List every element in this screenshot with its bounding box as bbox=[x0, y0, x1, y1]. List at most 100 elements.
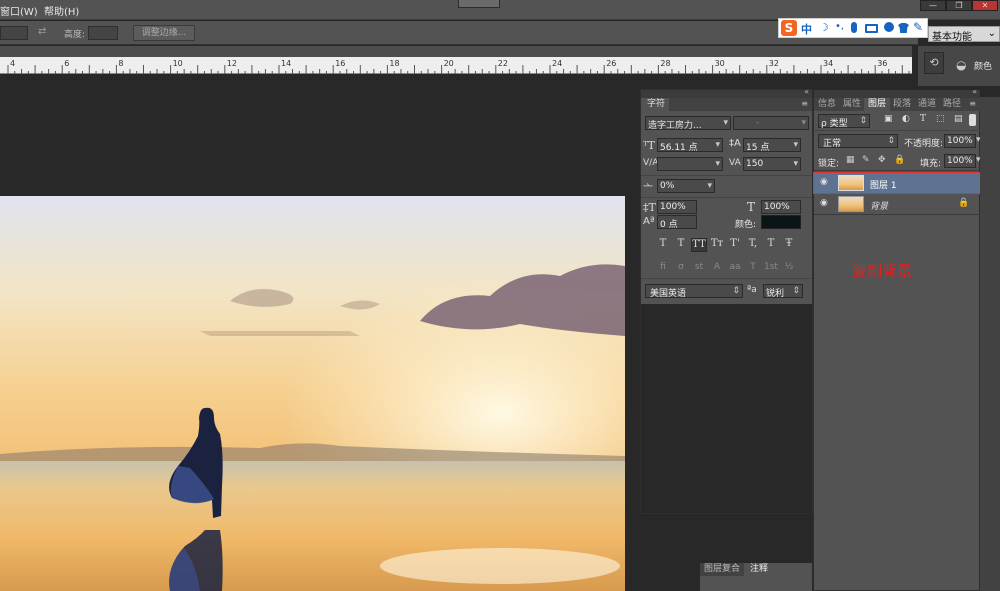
width-field[interactable] bbox=[0, 26, 28, 40]
ruler-label: 4 bbox=[10, 59, 16, 68]
tsume-icon: 亠 bbox=[643, 184, 653, 195]
faux-style-button[interactable]: TT bbox=[691, 238, 707, 252]
filter-toggle[interactable] bbox=[969, 114, 976, 126]
color-icon[interactable]: ◒ bbox=[956, 58, 966, 72]
history-icon[interactable]: ⟲ bbox=[924, 52, 944, 74]
layer-name[interactable]: 背景 bbox=[870, 199, 888, 212]
color-panel-label[interactable]: 颜色 bbox=[974, 59, 992, 72]
tab-channels[interactable]: 通道 bbox=[914, 98, 940, 111]
font-style-select[interactable]: - ▾ bbox=[733, 116, 809, 130]
tab-paragraph[interactable]: 段落 bbox=[889, 98, 915, 111]
opentype-button[interactable]: T bbox=[745, 262, 761, 276]
faux-style-button[interactable]: Tт bbox=[709, 238, 725, 252]
panel-header-bar[interactable]: « bbox=[641, 87, 812, 98]
language-select[interactable]: 美国英语 ⇕ bbox=[645, 284, 743, 299]
minimize-button[interactable]: — bbox=[920, 0, 946, 11]
panel-empty-area bbox=[641, 304, 812, 513]
faux-style-button[interactable]: T bbox=[673, 238, 689, 252]
chevron-down-icon: ▾ bbox=[715, 159, 720, 169]
layer-row-background[interactable]: ◉ 背景 🔒 bbox=[814, 194, 980, 214]
tsume-field[interactable]: 0% ▾ bbox=[657, 179, 715, 193]
opentype-button[interactable]: st bbox=[691, 262, 707, 276]
layer-row-layer1[interactable]: ◉ 图层 1 bbox=[813, 172, 981, 194]
refine-edge-button[interactable]: 调整边缘... bbox=[133, 25, 195, 41]
filter-adjustment-icon[interactable]: ◐ bbox=[902, 114, 910, 124]
tab-info[interactable]: 信息 bbox=[814, 98, 840, 111]
tab-character[interactable]: 字符 bbox=[643, 98, 670, 111]
updown-icon: ⇕ bbox=[887, 136, 895, 146]
antialias-select[interactable]: 锐利 ⇕ bbox=[763, 284, 803, 299]
filter-type-icon[interactable]: T bbox=[920, 114, 926, 124]
tab-paths[interactable]: 路径 bbox=[939, 98, 965, 111]
text-color-swatch[interactable] bbox=[761, 215, 801, 229]
close-button[interactable]: ✕ bbox=[972, 0, 998, 11]
opentype-button[interactable]: σ bbox=[673, 262, 689, 276]
leading-value: 15 点 bbox=[746, 143, 770, 153]
font-size-field[interactable]: 56.11 点 ▾ bbox=[657, 138, 723, 153]
tab-layer-comps[interactable]: 图层复合 bbox=[700, 563, 745, 576]
tab-notes[interactable]: 注释 bbox=[746, 563, 773, 576]
faux-style-button[interactable]: Ŧ bbox=[781, 238, 797, 252]
opentype-button[interactable]: ½ bbox=[781, 262, 797, 276]
user-icon[interactable] bbox=[884, 22, 894, 32]
sogou-logo-icon[interactable]: S bbox=[781, 20, 797, 36]
skin-icon[interactable] bbox=[898, 23, 909, 33]
panel-menu-icon[interactable]: ≡ bbox=[969, 99, 976, 108]
chinese-mode-icon[interactable]: 中 bbox=[801, 21, 812, 37]
panel-menu-icon[interactable]: ≡ bbox=[801, 99, 808, 108]
collapse-icon[interactable]: « bbox=[972, 87, 977, 96]
lock-position-icon[interactable]: ✥ bbox=[878, 155, 886, 165]
document-image[interactable] bbox=[0, 196, 625, 591]
menu-window[interactable]: 窗口(W) bbox=[0, 3, 38, 18]
font-family-select[interactable]: 造字工房力... ▾ bbox=[645, 116, 731, 131]
opentype-button[interactable]: 1st bbox=[763, 262, 779, 276]
opentype-button[interactable]: aa bbox=[727, 262, 743, 276]
layer-name[interactable]: 图层 1 bbox=[870, 178, 897, 191]
tracking-field[interactable]: 150 ▾ bbox=[743, 157, 801, 171]
ruler-label: 12 bbox=[226, 59, 237, 68]
chevron-down-icon: ▾ bbox=[793, 159, 798, 169]
faux-style-button[interactable]: T bbox=[763, 238, 779, 252]
leading-icon: ‡A bbox=[729, 138, 741, 149]
vertical-scale-field[interactable]: 100% bbox=[657, 200, 697, 214]
moon-icon[interactable]: ☽ bbox=[819, 21, 829, 34]
lock-image-icon[interactable]: ✎ bbox=[862, 155, 870, 165]
baseline-shift-value: 0 点 bbox=[660, 220, 678, 230]
layers-scroll-gutter[interactable] bbox=[980, 97, 1000, 591]
leading-field[interactable]: 15 点 ▾ bbox=[743, 138, 801, 153]
tools-icon[interactable]: ✎ bbox=[913, 20, 923, 34]
faux-style-button[interactable]: T' bbox=[727, 238, 743, 252]
microphone-icon[interactable] bbox=[851, 22, 857, 33]
opentype-button[interactable]: fi bbox=[655, 262, 671, 276]
lock-all-icon[interactable]: 🔒 bbox=[894, 155, 905, 165]
height-field[interactable] bbox=[88, 26, 118, 40]
faux-style-button[interactable]: T bbox=[655, 238, 671, 252]
swap-icon[interactable]: ⇄ bbox=[38, 26, 46, 37]
opacity-field[interactable]: 100% bbox=[944, 134, 976, 148]
kerning-field[interactable]: ▾ bbox=[657, 157, 723, 171]
lock-transparency-icon[interactable]: ▦ bbox=[846, 155, 855, 165]
arrange-documents-button[interactable] bbox=[458, 0, 500, 8]
panel-header-bar[interactable]: « bbox=[814, 87, 980, 98]
menu-help[interactable]: 帮助(H) bbox=[44, 3, 79, 18]
restore-button[interactable]: ❐ bbox=[946, 0, 972, 11]
tab-properties[interactable]: 属性 bbox=[839, 98, 865, 111]
visibility-eye-icon[interactable]: ◉ bbox=[820, 198, 828, 208]
filter-smart-icon[interactable]: ▤ bbox=[954, 114, 963, 124]
punctuation-icon[interactable]: •, bbox=[835, 21, 844, 32]
tab-layers[interactable]: 图层 bbox=[864, 98, 891, 111]
layer-filter-select[interactable]: ρ 类型 ⇕ bbox=[818, 114, 870, 129]
filter-shape-icon[interactable]: ⬚ bbox=[936, 114, 945, 124]
layer-thumbnail bbox=[838, 175, 864, 191]
filter-pixel-icon[interactable]: ▣ bbox=[884, 114, 893, 124]
keyboard-icon[interactable] bbox=[865, 24, 878, 33]
visibility-eye-icon[interactable]: ◉ bbox=[820, 177, 828, 187]
horizontal-scale-field[interactable]: 100% bbox=[761, 200, 801, 214]
baseline-shift-field[interactable]: 0 点 bbox=[657, 215, 697, 230]
opentype-button[interactable]: A bbox=[709, 262, 725, 276]
fill-field[interactable]: 100% bbox=[944, 154, 976, 168]
workspace-select[interactable]: 基本功能 ⌄ bbox=[928, 26, 1000, 43]
faux-style-button[interactable]: T, bbox=[745, 238, 761, 252]
collapse-icon[interactable]: « bbox=[804, 87, 809, 96]
blend-mode-select[interactable]: 正常 ⇕ bbox=[818, 134, 898, 149]
